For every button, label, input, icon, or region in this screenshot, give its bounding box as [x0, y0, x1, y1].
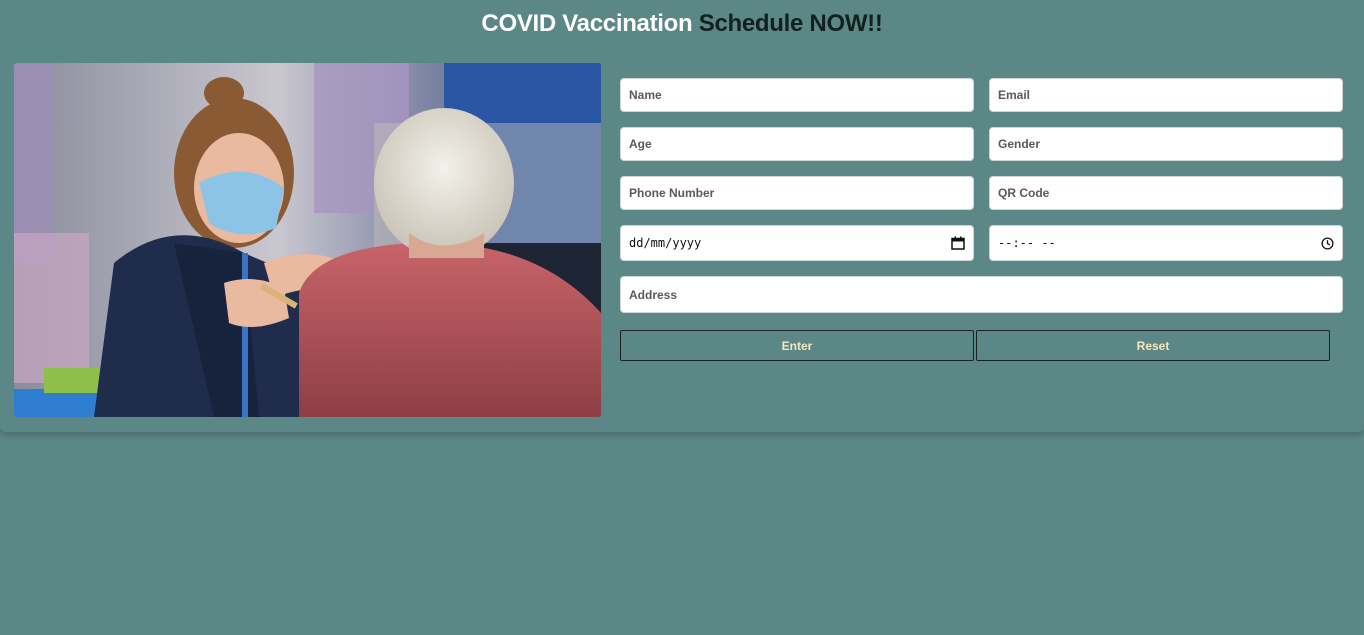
calendar-icon[interactable]	[951, 236, 965, 250]
page-title: COVID Vaccination Schedule NOW!!	[0, 9, 1364, 39]
date-value: dd/mm/yyyy	[629, 236, 702, 250]
title-highlight: COVID Vaccination	[481, 10, 699, 37]
gender-input[interactable]	[989, 127, 1343, 161]
age-input[interactable]	[620, 127, 974, 161]
vaccination-photo	[14, 63, 601, 417]
vaccination-illustration	[14, 63, 601, 417]
email-input[interactable]	[989, 78, 1343, 112]
enter-button[interactable]: Enter	[620, 330, 974, 361]
schedule-card: dd/mm/yyyy --:-- -- Enter Reset	[0, 48, 1364, 432]
clock-icon[interactable]	[1321, 236, 1334, 250]
phone-number-input[interactable]	[620, 176, 974, 210]
date-input[interactable]: dd/mm/yyyy	[620, 225, 974, 261]
address-input[interactable]	[620, 276, 1343, 313]
time-input[interactable]: --:-- --	[989, 225, 1343, 261]
title-emphasis: Schedule NOW!!	[698, 10, 883, 37]
reset-button[interactable]: Reset	[976, 330, 1330, 361]
qr-code-input[interactable]	[989, 176, 1343, 210]
time-value: --:-- --	[998, 236, 1056, 250]
page-header: COVID Vaccination Schedule NOW!!	[0, 0, 1364, 48]
name-input[interactable]	[620, 78, 974, 112]
